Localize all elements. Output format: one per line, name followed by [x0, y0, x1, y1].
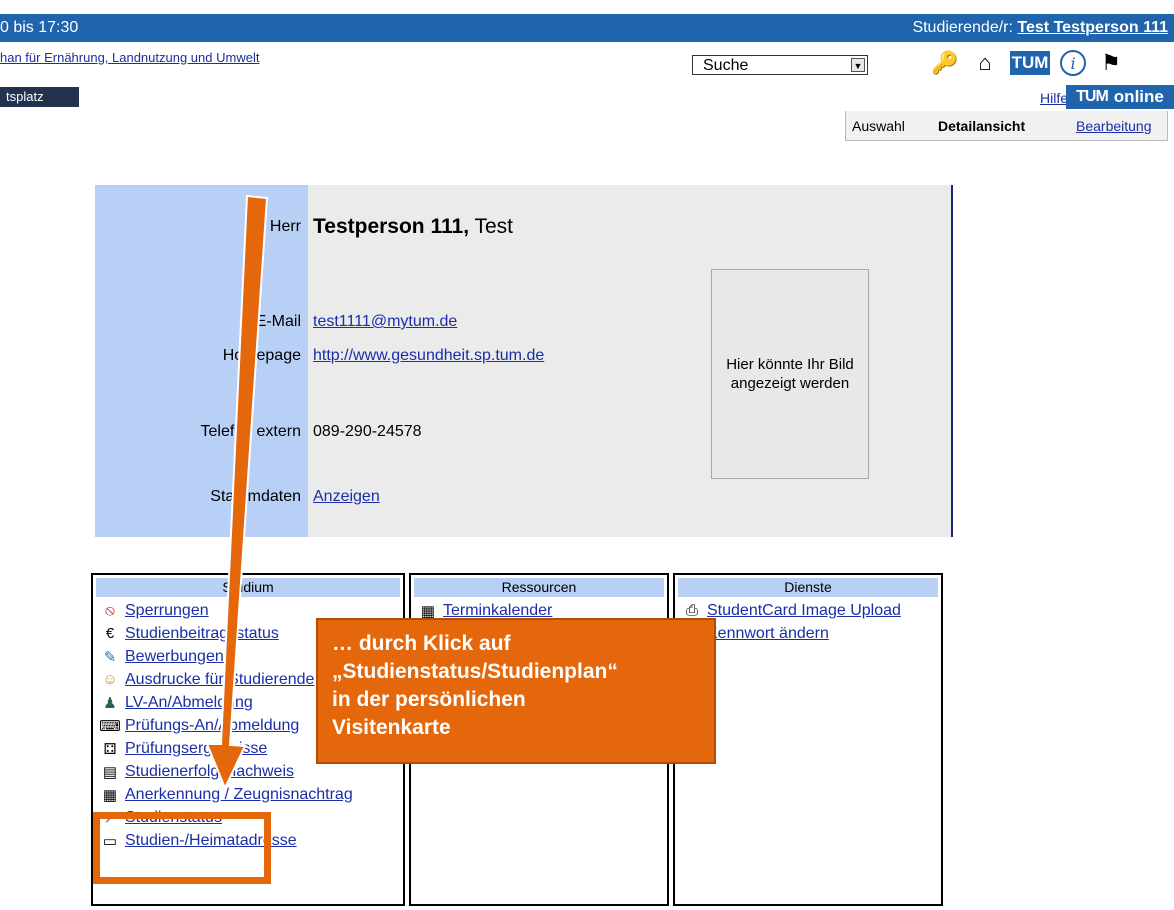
callout-line: in der persönlichen	[332, 688, 526, 711]
callout-line: … durch Klick auf	[332, 632, 511, 655]
callout-line: Visitenkarte	[332, 716, 451, 739]
tutorial-arrow	[205, 194, 269, 791]
studienstatus-highlight	[93, 812, 271, 884]
tutorial-callout: … durch Klick auf „Studienstatus/Studien…	[316, 618, 716, 764]
callout-line: „Studienstatus/Studienplan“	[332, 660, 618, 683]
